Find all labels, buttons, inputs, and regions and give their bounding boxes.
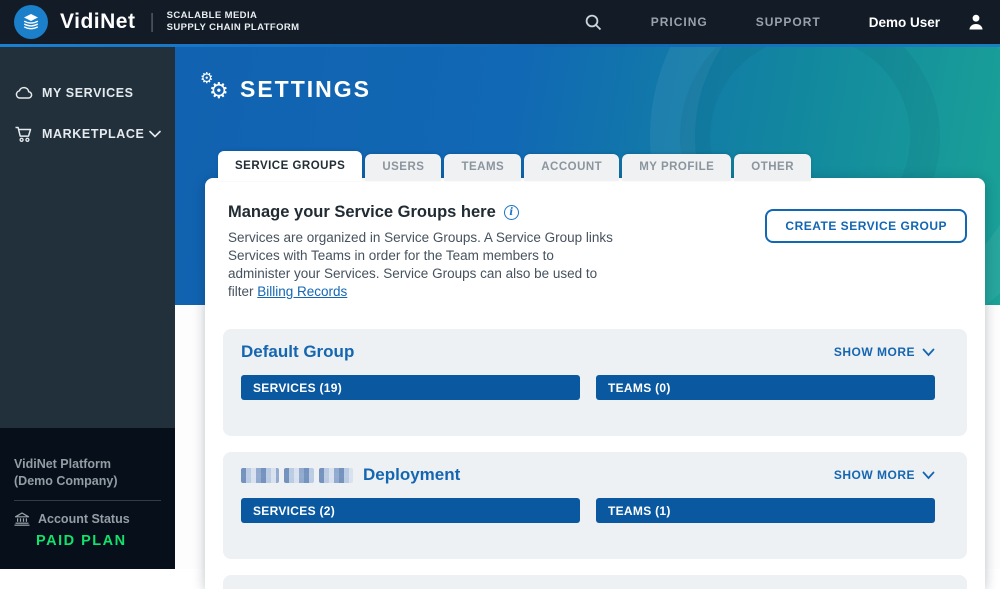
service-groups-panel: Manage your Service Groups here i Servic…: [205, 178, 985, 589]
page-title: SETTINGS: [240, 76, 371, 103]
nav-support[interactable]: SUPPORT: [756, 15, 821, 29]
bank-icon: [14, 512, 30, 526]
gears-icon: ⚙ ⚙: [200, 71, 238, 107]
service-group-card-partial: [223, 575, 967, 589]
top-bar: VidiNet | SCALABLE MEDIA SUPPLY CHAIN PL…: [0, 0, 1000, 44]
billing-records-link[interactable]: Billing Records: [257, 284, 347, 299]
show-more-button[interactable]: SHOW MORE: [834, 345, 935, 359]
settings-tabs: SERVICE GROUPS USERS TEAMS ACCOUNT MY PR…: [205, 151, 985, 181]
services-bar[interactable]: SERVICES (2): [241, 498, 580, 523]
brand-divider: |: [149, 11, 154, 34]
tab-other[interactable]: OTHER: [734, 154, 811, 181]
cloud-icon: [14, 85, 33, 101]
sidebar: MY SERVICES MARKETPLACE VidiNet Platform…: [0, 47, 175, 569]
vidinet-logo[interactable]: [14, 5, 48, 39]
chevron-down-icon: [922, 471, 935, 480]
platform-name: VidiNet Platform: [14, 456, 161, 473]
services-bar[interactable]: SERVICES (19): [241, 375, 580, 400]
create-service-group-button[interactable]: CREATE SERVICE GROUP: [765, 209, 967, 243]
chevron-down-icon: [922, 348, 935, 357]
header-accent-line: [0, 44, 1000, 47]
section-heading: Manage your Service Groups here: [228, 203, 496, 222]
tab-teams[interactable]: TEAMS: [444, 154, 521, 181]
teams-bar[interactable]: TEAMS (1): [596, 498, 935, 523]
tab-users[interactable]: USERS: [365, 154, 441, 181]
sidebar-account-section: VidiNet Platform (Demo Company) Account …: [0, 428, 175, 569]
layers-logo-icon: [21, 12, 41, 32]
account-status-label: Account Status: [38, 512, 130, 526]
tab-my-profile[interactable]: MY PROFILE: [622, 154, 731, 181]
sidebar-divider: [14, 500, 161, 501]
main-area: ⚙ ⚙ SETTINGS SERVICE GROUPS USERS TEAMS …: [175, 47, 1000, 569]
company-name: (Demo Company): [14, 473, 161, 490]
plan-badge: PAID PLAN: [36, 533, 161, 549]
teams-bar[interactable]: TEAMS (0): [596, 375, 935, 400]
search-icon[interactable]: [584, 13, 603, 32]
sidebar-item-marketplace[interactable]: MARKETPLACE: [0, 115, 175, 153]
brand-tagline: SCALABLE MEDIA SUPPLY CHAIN PLATFORM: [167, 10, 300, 34]
sidebar-item-label: MY SERVICES: [42, 86, 134, 100]
group-title: Default Group: [241, 342, 354, 362]
nav-pricing[interactable]: PRICING: [651, 15, 708, 29]
redacted-text-block: [284, 468, 314, 483]
user-avatar-icon[interactable]: [966, 13, 986, 32]
service-group-card: Deployment SHOW MORE SERVICES (2) TEAMS …: [223, 452, 967, 559]
sidebar-item-my-services[interactable]: MY SERVICES: [0, 75, 175, 111]
info-icon[interactable]: i: [504, 205, 519, 220]
group-title: Deployment: [241, 465, 460, 485]
redacted-text-block: [241, 468, 279, 483]
section-description: Services are organized in Service Groups…: [228, 229, 613, 301]
redacted-text-block: [319, 468, 353, 483]
brand-name[interactable]: VidiNet: [60, 10, 135, 34]
user-name[interactable]: Demo User: [869, 15, 940, 30]
tab-service-groups[interactable]: SERVICE GROUPS: [218, 151, 362, 181]
service-group-card: Default Group SHOW MORE SERVICES (19) TE…: [223, 329, 967, 436]
show-more-button[interactable]: SHOW MORE: [834, 468, 935, 482]
chevron-down-icon[interactable]: [149, 130, 161, 138]
sidebar-item-label: MARKETPLACE: [42, 127, 144, 141]
cart-icon: [14, 125, 33, 143]
tab-account[interactable]: ACCOUNT: [524, 154, 619, 181]
